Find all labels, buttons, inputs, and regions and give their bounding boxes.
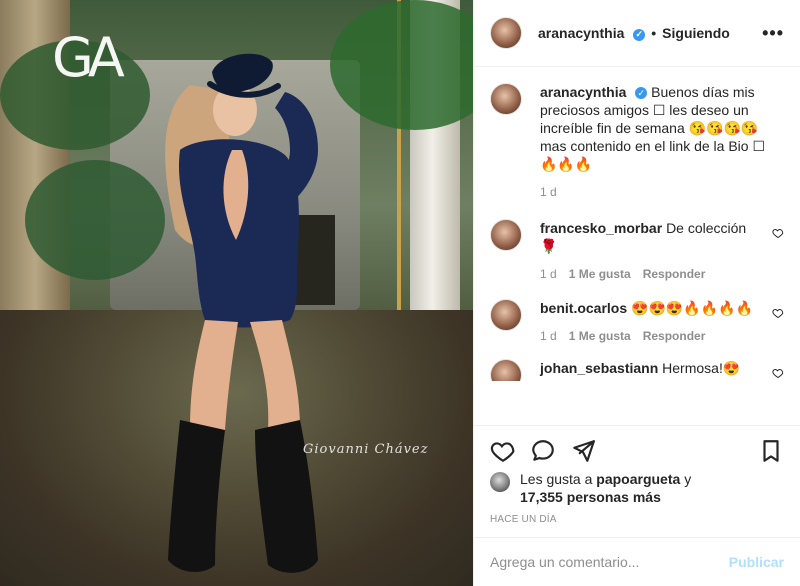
- comment-composer: Publicar: [474, 537, 800, 586]
- avatar[interactable]: [490, 17, 522, 49]
- likes-prefix: Les gusta a: [520, 471, 593, 487]
- share-paper-plane-icon[interactable]: [570, 438, 596, 464]
- avatar[interactable]: [490, 359, 522, 381]
- comment-text: Hermosa!😍: [662, 360, 741, 376]
- comment-body: benit.ocarlos 😍😍😍🔥🔥🔥🔥 1 d 1 Me gusta Res…: [540, 299, 764, 345]
- like-heart-icon[interactable]: [490, 438, 516, 464]
- likes-count[interactable]: 17,355 personas más: [520, 489, 661, 505]
- comment-row: francesko_morbar De colección 🌹 1 d 1 Me…: [490, 219, 784, 283]
- photographer-signature: Giovanni Chávez: [303, 442, 428, 457]
- author-username-text[interactable]: aranacynthia: [538, 25, 624, 41]
- caption-meta: 1 d: [540, 183, 784, 201]
- signature-text: Giovanni Chávez: [303, 442, 429, 457]
- like-comment-heart-icon[interactable]: [772, 227, 784, 239]
- avatar[interactable]: [490, 83, 522, 115]
- comment-username[interactable]: benit.ocarlos: [540, 300, 627, 316]
- avatar[interactable]: [490, 299, 522, 331]
- author-username[interactable]: aranacynthia ✓: [538, 25, 646, 41]
- separator-dot: •: [651, 25, 657, 41]
- post-header: aranacynthia ✓ • Siguiendo •••: [474, 0, 800, 67]
- comment-row: benit.ocarlos 😍😍😍🔥🔥🔥🔥 1 d 1 Me gusta Res…: [490, 299, 784, 345]
- likes-summary: Les gusta a papoargueta y 17,355 persona…: [490, 470, 784, 506]
- comment-text: 😍😍😍🔥🔥🔥🔥: [631, 300, 754, 316]
- like-comment-heart-icon[interactable]: [772, 307, 784, 319]
- divider: [474, 425, 800, 426]
- photographer-logo: GA: [52, 22, 152, 92]
- likes-text: Les gusta a papoargueta y 17,355 persona…: [520, 470, 691, 506]
- logo-text: GA: [52, 25, 125, 89]
- comment-time: 1 d: [540, 267, 557, 281]
- liker-avatar[interactable]: [490, 472, 510, 492]
- publish-button[interactable]: Publicar: [729, 554, 784, 570]
- following-button[interactable]: Siguiendo: [662, 25, 730, 41]
- comment-username[interactable]: johan_sebastiann: [540, 360, 658, 376]
- comment-bubble-icon[interactable]: [530, 438, 556, 464]
- comment-body: francesko_morbar De colección 🌹 1 d 1 Me…: [540, 219, 764, 283]
- comment-meta: 1 d 1 Me gusta Responder: [540, 327, 764, 345]
- comments-list[interactable]: aranacynthia ✓ Buenos días mis preciosos…: [474, 67, 800, 425]
- post-side-panel: aranacynthia ✓ • Siguiendo ••• aranacynt…: [473, 0, 800, 586]
- post-actions: [490, 437, 784, 465]
- comment-time: 1 d: [540, 329, 557, 343]
- comment-body: johan_sebastiann Hermosa!😍: [540, 359, 764, 381]
- post-timestamp[interactable]: HACE UN DÍA: [490, 514, 557, 525]
- comment-username[interactable]: francesko_morbar: [540, 220, 662, 236]
- verified-badge-icon: ✓: [635, 87, 648, 99]
- comment-meta: 1 d 1 Me gusta Responder: [540, 265, 764, 283]
- liker-username[interactable]: papoargueta: [596, 471, 680, 487]
- likes-mid: y: [684, 471, 692, 487]
- caption-username[interactable]: aranacynthia: [540, 84, 626, 100]
- verified-badge-icon: ✓: [633, 28, 646, 41]
- comment-likes[interactable]: 1 Me gusta: [569, 265, 631, 283]
- more-options-icon[interactable]: •••: [762, 23, 784, 44]
- like-comment-heart-icon[interactable]: [772, 367, 784, 379]
- comment-input[interactable]: [490, 554, 729, 570]
- caption-body: aranacynthia ✓ Buenos días mis preciosos…: [540, 83, 784, 201]
- reply-button[interactable]: Responder: [643, 265, 706, 283]
- comment-row: johan_sebastiann Hermosa!😍: [490, 359, 784, 381]
- comment-likes[interactable]: 1 Me gusta: [569, 327, 631, 345]
- post-photo: GA Giovanni Chávez: [0, 0, 473, 586]
- save-bookmark-icon[interactable]: [758, 438, 784, 464]
- avatar[interactable]: [490, 219, 522, 251]
- caption: aranacynthia ✓ Buenos días mis preciosos…: [490, 83, 784, 201]
- reply-button[interactable]: Responder: [643, 327, 706, 345]
- caption-time: 1 d: [540, 185, 557, 199]
